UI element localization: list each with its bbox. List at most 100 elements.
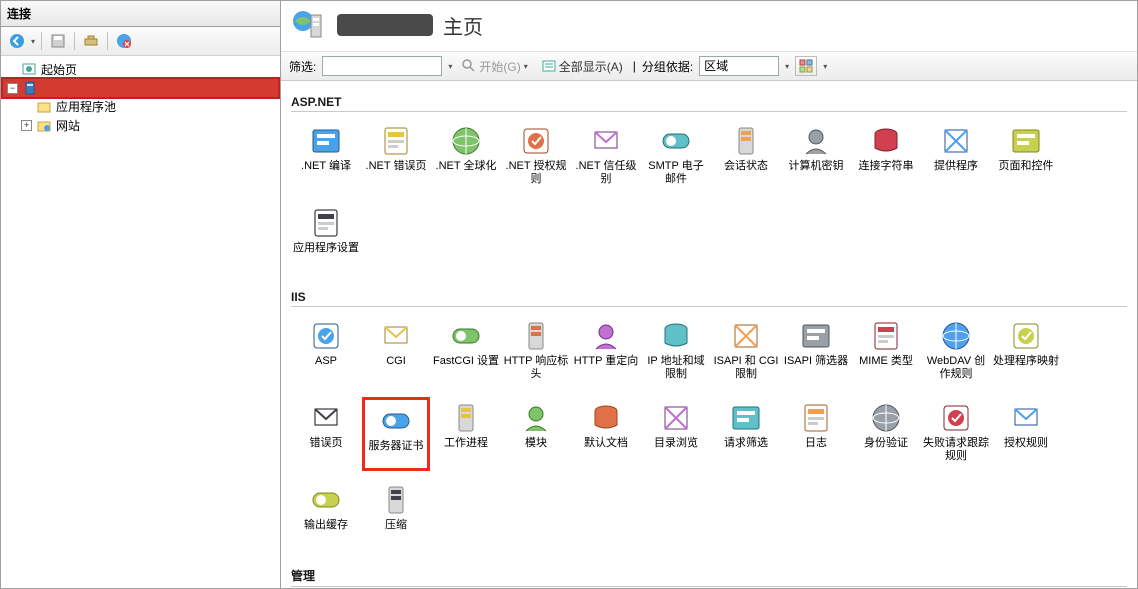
view-grid-icon — [799, 59, 813, 73]
iis-item[interactable]: HTTP 重定向 — [572, 315, 640, 389]
iis-item[interactable]: CGI — [362, 315, 430, 389]
iis-item[interactable]: ISAPI 和 CGI 限制 — [712, 315, 780, 389]
iis-item-icon — [379, 483, 413, 517]
group-dropdown-icon[interactable]: ▾ — [785, 62, 789, 71]
page-title-bar: 主页 — [281, 1, 1137, 52]
save-icon[interactable] — [48, 31, 68, 51]
iis-item-label: 处理程序映射 — [992, 355, 1060, 368]
view-mode-button[interactable] — [795, 56, 817, 76]
iis-item-icon — [1009, 319, 1043, 353]
iis-item-icon — [659, 319, 693, 353]
go-button[interactable]: 开始(G) ▾ — [458, 57, 531, 76]
tree-start-page[interactable]: 起始页 — [3, 60, 278, 79]
aspnet-item-label: 应用程序设置 — [292, 242, 360, 255]
iis-item-label: IP 地址和域限制 — [642, 355, 710, 381]
iis-item[interactable]: 请求筛选 — [712, 397, 780, 471]
aspnet-item-label: .NET 编译 — [300, 160, 352, 173]
group-by-label: 分组依据: — [642, 58, 693, 75]
aspnet-item-label: 连接字符串 — [858, 160, 915, 173]
aspnet-item[interactable]: .NET 授权规则 — [502, 120, 570, 194]
tree-sites[interactable]: + 网站 — [3, 116, 278, 135]
sites-icon — [36, 118, 52, 134]
iis-item[interactable]: ISAPI 筛选器 — [782, 315, 850, 389]
aspnet-item-icon — [379, 124, 413, 158]
show-all-icon — [542, 59, 556, 73]
group-by-select[interactable]: 区域 — [699, 56, 779, 76]
iis-item-label: 工作进程 — [443, 437, 489, 450]
tree-label: 起始页 — [41, 61, 77, 78]
page-title: 主页 — [443, 11, 483, 40]
iis-item[interactable]: 目录浏览 — [642, 397, 710, 471]
toolbar-separator — [107, 32, 108, 50]
connections-tree[interactable]: 起始页 − 应用程序池 + — [1, 56, 280, 139]
back-dropdown-icon[interactable]: ▾ — [31, 37, 35, 46]
aspnet-item[interactable]: .NET 编译 — [292, 120, 360, 194]
connect-icon[interactable] — [81, 31, 101, 51]
iis-item-label: 日志 — [804, 437, 828, 450]
iis-item[interactable]: WebDAV 创作规则 — [922, 315, 990, 389]
iis-item[interactable]: ASP — [292, 315, 360, 389]
aspnet-item[interactable]: 提供程序 — [922, 120, 990, 194]
aspnet-item[interactable]: 应用程序设置 — [292, 202, 360, 276]
iis-item-icon — [589, 319, 623, 353]
iis-item[interactable]: 工作进程 — [432, 397, 500, 471]
iis-item-label: 输出缓存 — [303, 519, 349, 532]
iis-item[interactable]: 模块 — [502, 397, 570, 471]
aspnet-item[interactable]: 页面和控件 — [992, 120, 1060, 194]
tree-app-pools[interactable]: 应用程序池 — [3, 97, 278, 116]
iis-item-label: 服务器证书 — [368, 440, 425, 453]
aspnet-item-icon — [869, 124, 903, 158]
iis-item-label: 压缩 — [384, 519, 408, 532]
back-icon[interactable] — [7, 31, 27, 51]
iis-item[interactable]: 压缩 — [362, 479, 430, 553]
iis-item-icon — [1009, 401, 1043, 435]
iis-item[interactable]: MIME 类型 — [852, 315, 920, 389]
iis-item-label: FastCGI 设置 — [432, 355, 500, 368]
aspnet-item-label: 页面和控件 — [998, 160, 1055, 173]
show-all-button[interactable]: 全部显示(A) — [538, 57, 627, 76]
aspnet-item[interactable]: .NET 错误页 — [362, 120, 430, 194]
iis-item-icon — [589, 401, 623, 435]
iis-item[interactable]: 默认文档 — [572, 397, 640, 471]
filter-dropdown-icon[interactable]: ▾ — [448, 62, 452, 71]
iis-item-label: ISAPI 筛选器 — [783, 355, 849, 368]
expand-icon[interactable]: + — [21, 120, 32, 131]
iis-item[interactable]: 授权规则 — [992, 397, 1060, 471]
aspnet-item-icon — [449, 124, 483, 158]
iis-item[interactable]: FastCGI 设置 — [432, 315, 500, 389]
connections-panel-title: 连接 — [1, 1, 280, 27]
iis-grid: ASPCGIFastCGI 设置HTTP 响应标头HTTP 重定向IP 地址和域… — [291, 313, 1127, 559]
iis-item-icon — [799, 319, 833, 353]
server-name-redacted — [337, 14, 433, 36]
iis-item-icon — [869, 401, 903, 435]
aspnet-item[interactable]: 计算机密钥 — [782, 120, 850, 194]
view-dropdown-icon[interactable]: ▾ — [823, 62, 827, 71]
iis-item[interactable]: 错误页 — [292, 397, 360, 471]
iis-item-icon — [379, 319, 413, 353]
aspnet-item[interactable]: 会话状态 — [712, 120, 780, 194]
aspnet-item[interactable]: .NET 信任级别 — [572, 120, 640, 194]
iis-item[interactable]: 服务器证书 — [362, 397, 430, 471]
tree-server-node[interactable]: − — [3, 79, 278, 97]
aspnet-item[interactable]: 连接字符串 — [852, 120, 920, 194]
filter-input[interactable] — [322, 56, 442, 76]
iis-item[interactable]: 身份验证 — [852, 397, 920, 471]
stop-icon[interactable] — [114, 31, 134, 51]
aspnet-item[interactable]: .NET 全球化 — [432, 120, 500, 194]
tree-spacer — [21, 101, 32, 112]
group-by-value: 区域 — [704, 59, 728, 73]
go-icon — [462, 59, 476, 73]
aspnet-item[interactable]: SMTP 电子邮件 — [642, 120, 710, 194]
iis-item-label: 默认文档 — [583, 437, 629, 450]
iis-item-label: 授权规则 — [1003, 437, 1049, 450]
collapse-icon[interactable]: − — [7, 83, 18, 94]
aspnet-item-icon — [939, 124, 973, 158]
aspnet-item-icon — [589, 124, 623, 158]
iis-item[interactable]: 日志 — [782, 397, 850, 471]
iis-item[interactable]: 处理程序映射 — [992, 315, 1060, 389]
iis-item[interactable]: 输出缓存 — [292, 479, 360, 553]
iis-item[interactable]: HTTP 响应标头 — [502, 315, 570, 389]
iis-item[interactable]: 失败请求跟踪规则 — [922, 397, 990, 471]
iis-item[interactable]: IP 地址和域限制 — [642, 315, 710, 389]
iis-item-label: 模块 — [524, 437, 548, 450]
